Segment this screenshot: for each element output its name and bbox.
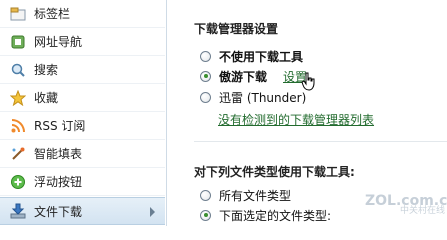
sidebar-item-favorites[interactable]: 收藏: [0, 84, 165, 112]
watermark-logo: ZOL.com.cn: [365, 193, 447, 209]
star-icon: [10, 89, 26, 106]
download-manager-title: 下载管理器设置: [194, 22, 279, 36]
sidebar-item-tab-bar[interactable]: 标签栏: [0, 0, 165, 28]
sidebar-item-download[interactable]: 文件下载: [0, 197, 165, 225]
settings-sidebar: 标签栏 网址导航 搜索 收藏 RSS 订阅 智能填表 浮动按钮 文件下载: [0, 0, 167, 226]
sidebar-item-label: 文件下载: [34, 204, 83, 219]
form-fill-icon: [10, 146, 26, 162]
radio-label: 所有文件类型: [219, 188, 292, 203]
radio-all-file-types[interactable]: 所有文件类型: [200, 187, 291, 203]
search-icon: [10, 62, 26, 78]
radio-label: 傲游下载: [219, 69, 268, 84]
sidebar-item-search[interactable]: 搜索: [0, 56, 165, 84]
radio-button-checked[interactable]: [200, 70, 211, 82]
rss-icon: [10, 118, 26, 134]
sidebar-item-form-fill[interactable]: 智能填表: [0, 140, 165, 168]
radio-thunder[interactable]: 迅雷 (Thunder): [200, 89, 306, 105]
sidebar-item-label: 收藏: [34, 91, 59, 105]
sidebar-item-label: 网址导航: [34, 35, 83, 49]
radio-button-checked[interactable]: [200, 209, 211, 221]
sidebar-item-url-nav[interactable]: 网址导航: [0, 28, 165, 56]
radio-maxthon-download[interactable]: 傲游下载 设置: [200, 68, 317, 91]
sidebar-item-float-button[interactable]: 浮动按钮: [0, 168, 165, 196]
radio-no-download-tool[interactable]: 不使用下载工具: [200, 48, 303, 64]
sidebar-item-label: 浮动按钮: [34, 175, 83, 189]
radio-label: 下面选定的文件类型:: [219, 208, 332, 223]
section-divider: [194, 141, 447, 142]
sidebar-item-label: RSS 订阅: [34, 119, 86, 133]
watermark: ZOL.com.cn 中关村在线: [365, 193, 447, 226]
file-types-title: 对下列文件类型使用下载工具:: [194, 165, 355, 179]
radio-button[interactable]: [200, 189, 211, 201]
download-icon: [10, 203, 26, 219]
sidebar-item-label: 标签栏: [34, 7, 71, 21]
sidebar-item-label: 搜索: [34, 63, 59, 77]
radio-button[interactable]: [200, 91, 211, 103]
url-nav-icon: [10, 34, 26, 50]
sidebar-item-rss[interactable]: RSS 订阅: [0, 112, 165, 140]
tab-bar-icon: [10, 6, 26, 22]
radio-label: 不使用下载工具: [219, 49, 304, 64]
radio-selected-file-types[interactable]: 下面选定的文件类型:: [200, 207, 331, 223]
sidebar-item-label: 智能填表: [34, 147, 83, 161]
download-settings-panel: 下载管理器设置 不使用下载工具 傲游下载 设置 迅雷 (Thunder) 没有检…: [167, 0, 447, 226]
chevron-right-icon: [150, 207, 155, 217]
radio-button[interactable]: [200, 50, 211, 62]
radio-label: 迅雷 (Thunder): [219, 90, 307, 105]
float-button-icon: [10, 174, 26, 190]
undetected-managers-link[interactable]: 没有检测到的下载管理器列表: [218, 113, 374, 127]
